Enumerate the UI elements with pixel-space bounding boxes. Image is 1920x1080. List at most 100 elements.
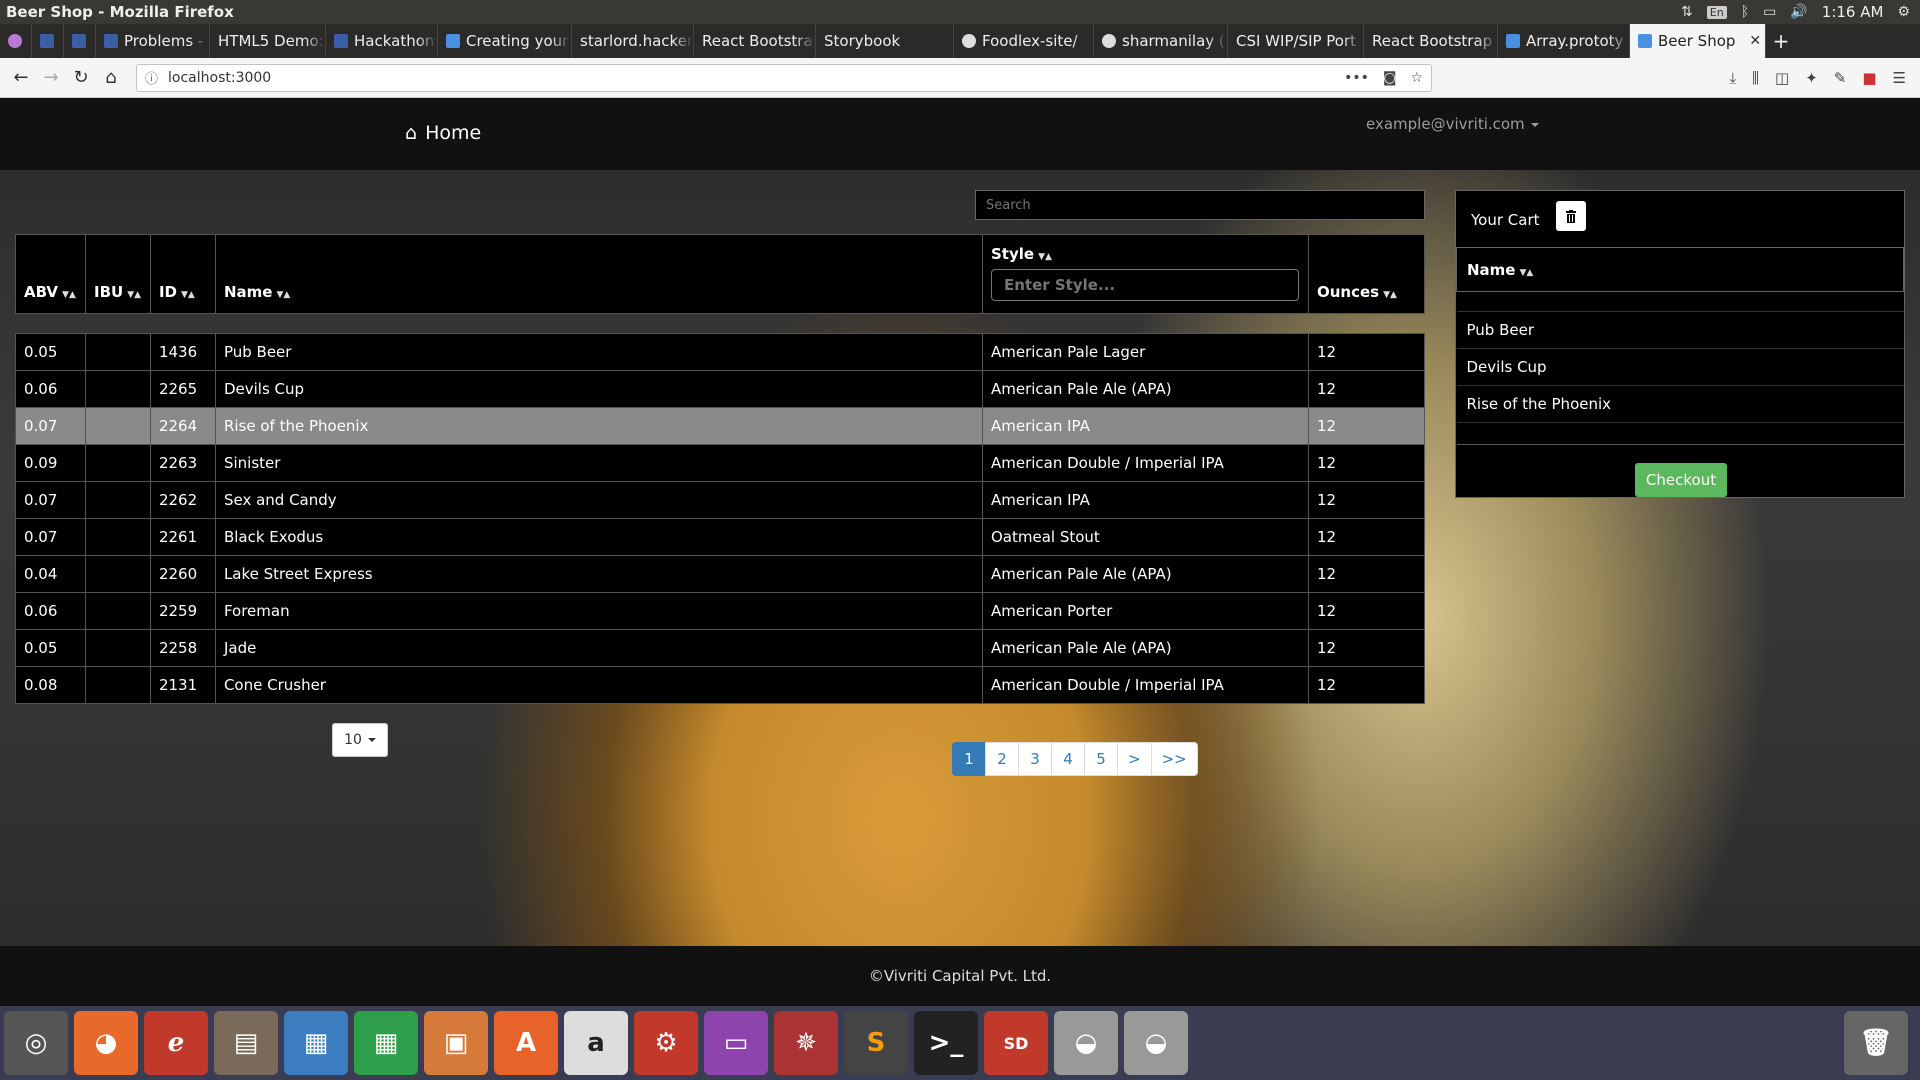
cart-column-header-name[interactable]: Name ▼▲ — [1456, 247, 1904, 292]
page-button[interactable]: 1 — [952, 742, 986, 776]
cart-table-body: Pub Beer Devils Cup Rise of the Phoenix — [1456, 291, 1904, 445]
reload-icon[interactable]: ↻ — [66, 63, 96, 93]
sd-card-icon[interactable]: SD — [984, 1011, 1048, 1075]
keyboard-layout-indicator[interactable]: En — [1706, 5, 1727, 19]
browser-tab[interactable]: sharmanilay ( — [1094, 24, 1228, 58]
eyedropper-icon[interactable]: ✎ — [1834, 69, 1847, 87]
home-icon[interactable]: ⌂ — [96, 63, 126, 93]
column-header-style[interactable]: Style ▼▲ — [981, 234, 1309, 314]
calc-icon[interactable]: ▦ — [354, 1011, 418, 1075]
bookmark-star-icon[interactable]: ☆ — [1410, 70, 1423, 86]
browser-tab[interactable]: React Bootstrap — [694, 24, 816, 58]
header-label: Style — [990, 245, 1035, 263]
column-header-name[interactable]: Name ▼▲ — [214, 234, 983, 314]
table-row[interactable]: 0.08 2131 Cone Crusher American Double / Im… — [15, 666, 1426, 704]
system-settings-icon[interactable]: ⚙ — [634, 1011, 698, 1075]
browser-tab[interactable] — [32, 24, 64, 58]
footer-text: ©Vivriti Capital Pvt. Ltd. — [868, 967, 1052, 985]
table-row[interactable]: 0.04 2260 Lake Street Express American Pale… — [15, 555, 1426, 593]
page-actions-icon[interactable]: ••• — [1344, 70, 1369, 86]
clock[interactable]: 1:16 AM — [1822, 3, 1884, 21]
search-input[interactable] — [975, 190, 1425, 220]
url-bar[interactable]: ⓘ localhost:3000 ••• ◙ ☆ — [136, 63, 1432, 92]
back-arrow-icon[interactable]: ← — [6, 63, 36, 93]
cart-item-row[interactable]: Rise of the Phoenix — [1456, 385, 1904, 423]
browser-tab[interactable]: Hackathons, — [326, 24, 438, 58]
pdf-reader-icon[interactable]: ℯ — [144, 1011, 208, 1075]
table-row[interactable]: 0.07 2262 Sex and Candy American IPA 12 — [15, 481, 1426, 519]
cart-item-row[interactable]: Devils Cup — [1456, 348, 1904, 386]
info-icon[interactable]: ⓘ — [145, 68, 158, 87]
pocket-icon[interactable]: ◙ — [1383, 70, 1397, 86]
page-size-dropdown[interactable]: 10 — [332, 723, 388, 757]
addon-icon[interactable]: ■ — [1862, 69, 1876, 87]
settings-gear-icon[interactable]: ⚙ — [1897, 4, 1910, 20]
column-header-id[interactable]: ID ▼▲ — [149, 234, 216, 314]
sidebar-icon[interactable]: ◫ — [1775, 69, 1789, 87]
user-dropdown[interactable]: example@vivriti.com — [1366, 115, 1539, 133]
amazon-icon[interactable]: a — [564, 1011, 628, 1075]
page-button[interactable]: 3 — [1018, 742, 1052, 776]
table-row[interactable]: 0.05 1436 Pub Beer American Pale Lager 12 — [15, 333, 1426, 371]
drive-icon[interactable]: ◒ — [1124, 1011, 1188, 1075]
cell-style: American Porter — [981, 592, 1309, 630]
files-icon[interactable]: ▤ — [214, 1011, 278, 1075]
spider-web-icon[interactable]: ✵ — [774, 1011, 838, 1075]
window-app-icon[interactable]: ▭ — [704, 1011, 768, 1075]
new-tab-button[interactable]: + — [1766, 24, 1796, 58]
clear-cart-button[interactable] — [1556, 201, 1586, 231]
browser-tab[interactable]: Storybook — [816, 24, 954, 58]
browser-tab[interactable]: Array.prototy — [1498, 24, 1630, 58]
checkout-button[interactable]: Checkout — [1635, 463, 1727, 497]
browser-tab[interactable]: Problems - Vi — [96, 24, 210, 58]
cell-style: American Pale Ale (APA) — [981, 629, 1309, 667]
battery-icon[interactable]: ▭ — [1763, 4, 1776, 20]
trash-bin-icon[interactable]: 🗑 — [1844, 1011, 1908, 1075]
browser-tab[interactable] — [64, 24, 96, 58]
page-button[interactable]: 4 — [1051, 742, 1085, 776]
table-row[interactable]: 0.05 2258 Jade American Pale Ale (APA) 12 — [15, 629, 1426, 667]
download-icon[interactable]: ⤓ — [1729, 69, 1736, 87]
writer-icon[interactable]: ▦ — [284, 1011, 348, 1075]
volume-icon[interactable]: 🔊 — [1790, 4, 1807, 20]
browser-tab[interactable]: CSI WIP/SIP Port — [1228, 24, 1364, 58]
menu-hamburger-icon[interactable]: ☰ — [1893, 69, 1906, 87]
browser-tab[interactable]: Creating your — [438, 24, 572, 58]
table-row[interactable]: 0.07 2264 Rise of the Phoenix American IPA 1… — [15, 407, 1426, 445]
browser-tab[interactable]: HTML5 Demo: St — [210, 24, 326, 58]
software-center-icon[interactable]: A — [494, 1011, 558, 1075]
browser-tab[interactable]: React Bootstrap — [1364, 24, 1498, 58]
table-row[interactable]: 0.06 2259 Foreman American Porter 12 — [15, 592, 1426, 630]
extension-icon[interactable]: ✦ — [1805, 69, 1818, 87]
firefox-icon[interactable]: ◕ — [74, 1011, 138, 1075]
cart-item-row[interactable]: Pub Beer — [1456, 311, 1904, 349]
page-button[interactable]: 5 — [1084, 742, 1118, 776]
sublime-text-icon[interactable]: S — [844, 1011, 908, 1075]
column-header-abv[interactable]: ABV ▼▲ — [15, 234, 86, 314]
browser-tab[interactable]: starlord.hackere — [572, 24, 694, 58]
table-row[interactable]: 0.06 2265 Devils Cup American Pale Ale (APA… — [15, 370, 1426, 408]
browser-tab-active[interactable]: Beer Shop ✕ — [1630, 24, 1766, 58]
impress-icon[interactable]: ▣ — [424, 1011, 488, 1075]
drive-icon[interactable]: ◒ — [1054, 1011, 1118, 1075]
column-header-ounces[interactable]: Ounces ▼▲ — [1307, 234, 1426, 314]
style-filter-input[interactable] — [990, 269, 1299, 301]
page-button[interactable]: >> — [1150, 742, 1198, 776]
forward-arrow-icon[interactable]: → — [36, 63, 66, 93]
bluetooth-icon[interactable]: ᛒ — [1741, 4, 1749, 20]
browser-tab[interactable]: Foodlex-site/ — [954, 24, 1094, 58]
dash-icon[interactable]: ◎ — [4, 1011, 68, 1075]
cell-id: 1436 — [149, 333, 216, 371]
home-link[interactable]: ⌂ Home — [405, 122, 481, 144]
library-icon[interactable]: ⫼ — [1752, 69, 1759, 87]
header-label: Ounces — [1316, 283, 1380, 301]
table-row[interactable]: 0.09 2263 Sinister American Double / Imperi… — [15, 444, 1426, 482]
browser-tab[interactable] — [0, 24, 32, 58]
column-header-ibu[interactable]: IBU ▼▲ — [84, 234, 151, 314]
table-row[interactable]: 0.07 2261 Black Exodus Oatmeal Stout 12 — [15, 518, 1426, 556]
close-tab-icon[interactable]: ✕ — [1749, 33, 1761, 49]
terminal-icon[interactable]: >_ — [914, 1011, 978, 1075]
network-icon[interactable]: ⇅ — [1681, 4, 1693, 20]
page-button[interactable]: 2 — [985, 742, 1019, 776]
page-button[interactable]: > — [1117, 742, 1152, 776]
